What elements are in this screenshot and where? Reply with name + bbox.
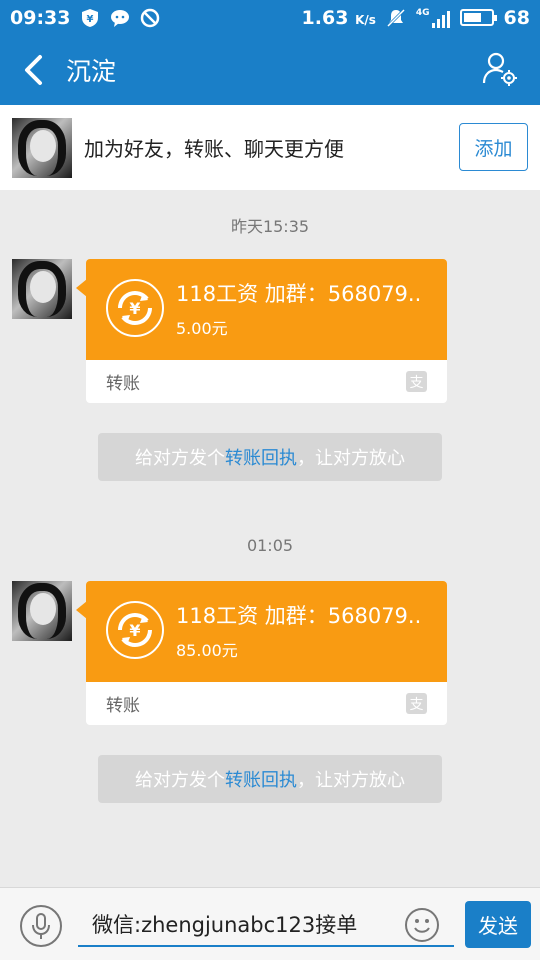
status-bar: 09:33 ¥ 1.63 K/s 4G 68 [0,0,540,35]
transfer-receipt-link[interactable]: 转账回执 [225,766,297,792]
battery-icon [459,9,497,26]
transfer-receipt-tip: 给对方发个 转账回执 ，让对方放心 [98,755,442,803]
profile-settings-icon[interactable] [482,51,518,87]
add-friend-prompt: 加为好友，转账、聊天更方便 [84,137,344,161]
transfer-receipt-tip: 给对方发个 转账回执 ，让对方放心 [98,433,442,481]
add-friend-button[interactable]: 添加 [459,123,528,171]
yuan-coin-icon: ¥ [106,601,164,659]
transfer-amount: 85.00元 [176,641,238,660]
do-not-disturb-icon [141,8,160,27]
sender-avatar[interactable] [12,581,72,641]
message-timestamp: 昨天15:35 [230,217,310,236]
transfer-receipt-link[interactable]: 转账回执 [225,444,297,470]
svg-text:¥: ¥ [87,14,94,25]
transfer-amount: 5.00元 [176,319,228,338]
alipay-icon: 支 [406,693,427,714]
svg-text:¥: ¥ [129,621,140,640]
signal-indicator: 4G [416,8,450,28]
contact-avatar[interactable] [12,117,72,178]
add-friend-bar: 加为好友，转账、聊天更方便 添加 [0,105,540,190]
message-input[interactable] [78,903,454,947]
message-timestamp: 01:05 [246,536,294,555]
transfer-card[interactable]: ¥ 118工资 加群：568079.. 85.00元 转账 支 [86,581,447,725]
alipay-icon: 支 [406,371,427,392]
transfer-card[interactable]: ¥ 118工资 加群：568079.. 5.00元 转账 支 [86,259,447,403]
network-speed: 1.63 K/s [301,6,376,29]
transfer-title: 118工资 加群：568079.. [176,282,422,306]
yuan-coin-icon: ¥ [106,279,164,337]
transfer-type-label: 转账 [106,696,140,716]
page-title: 沉淀 [66,57,117,86]
svg-text:¥: ¥ [129,299,140,318]
transfer-type-label: 转账 [106,374,140,394]
transfer-title: 118工资 加群：568079.. [176,604,422,628]
title-bar: 沉淀 [0,35,540,105]
microphone-icon[interactable] [20,905,62,947]
send-button[interactable]: 发送 [465,901,531,948]
sender-avatar[interactable] [12,259,72,319]
shield-icon: ¥ [82,8,99,27]
status-time: 09:33 [10,6,71,29]
message-input-bar: 发送 [0,887,540,960]
notifications-off-icon [386,8,405,27]
back-arrow-icon[interactable] [8,35,58,105]
emoji-icon[interactable] [405,908,439,942]
battery-percent: 68 [503,6,530,29]
chat-notification-icon [111,9,130,27]
